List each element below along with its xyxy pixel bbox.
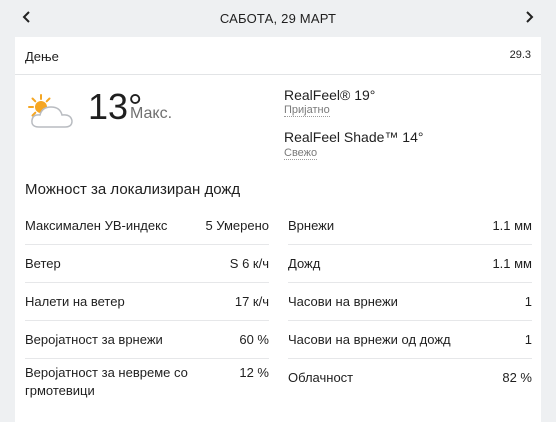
stat-value: 1.1 мм: [492, 256, 532, 271]
stat-row-cloud-cover: Облачност 82 %: [288, 359, 532, 409]
stats-right-column: Врнежи 1.1 мм Дожд 1.1 мм Часови на врне…: [288, 207, 532, 409]
stat-value: 17 к/ч: [234, 294, 269, 309]
stat-row-wind: Ветер S 6 к/ч: [25, 245, 269, 283]
stat-label: Веројатност за врнежи: [25, 332, 163, 347]
period-label: Дење: [25, 49, 59, 64]
stat-label: Врнежи: [288, 218, 335, 233]
stat-label: Часови на врнежи од дожд: [288, 332, 451, 347]
stat-value: 12 %: [239, 365, 269, 380]
stat-row-precipitation: Врнежи 1.1 мм: [288, 207, 532, 245]
realfeel-shade-label: RealFeel Shade™ 14°: [284, 129, 424, 145]
stat-value: 1.1 мм: [492, 218, 532, 233]
stat-row-uv-index: Максимален УВ-индекс 5 Умерено: [25, 207, 269, 245]
stat-row-rain: Дожд 1.1 мм: [288, 245, 532, 283]
stat-value: 60 %: [239, 332, 269, 347]
realfeel-label: RealFeel® 19°: [284, 87, 376, 103]
forecast-phrase: Можност за локализиран дожд: [25, 181, 241, 198]
stat-value: 1: [524, 332, 532, 347]
partly-cloudy-sun-icon: [25, 93, 77, 133]
card-header: Дење 29.3: [15, 37, 541, 75]
period-date: 29.3: [509, 49, 531, 61]
stat-row-wind-gusts: Налети на ветер 17 к/ч: [25, 283, 269, 321]
day-forecast-card: Дење 29.3 13° Макс. RealFeel® 19° Пријат…: [15, 37, 541, 422]
stat-row-precip-probability: Веројатност за врнежи 60 %: [25, 321, 269, 359]
stat-value: 1: [524, 294, 532, 309]
stat-label: Максимален УВ-индекс: [25, 218, 168, 233]
chevron-right-icon[interactable]: [519, 8, 539, 28]
stat-value: 5 Умерено: [205, 218, 269, 233]
stat-label: Ветер: [25, 256, 61, 271]
stat-label: Облачност: [288, 370, 354, 385]
temperature-label: Макс.: [130, 105, 173, 122]
stat-row-thunderstorm-probability: Веројатност за невреме со грмотевици 12 …: [25, 359, 269, 409]
date-title: САБОТА, 29 МАРТ: [219, 11, 337, 26]
stat-label: Налети на ветер: [25, 294, 125, 309]
stats-left-column: Максимален УВ-индекс 5 Умерено Ветер S 6…: [25, 207, 269, 409]
stat-value: 82 %: [502, 370, 532, 385]
realfeel-description[interactable]: Пријатно: [284, 104, 330, 117]
stat-label: Дожд: [288, 256, 321, 271]
stat-label: Часови на врнежи: [288, 294, 398, 309]
stat-value: S 6 к/ч: [229, 256, 269, 271]
stat-row-hours-of-rain: Часови на врнежи од дожд 1: [288, 321, 532, 359]
top-bar: САБОТА, 29 МАРТ: [0, 0, 556, 37]
stat-row-hours-of-precip: Часови на врнежи 1: [288, 283, 532, 321]
realfeel-shade-description[interactable]: Свежо: [284, 147, 318, 160]
stat-label: Веројатност за невреме со грмотевици: [25, 365, 188, 398]
